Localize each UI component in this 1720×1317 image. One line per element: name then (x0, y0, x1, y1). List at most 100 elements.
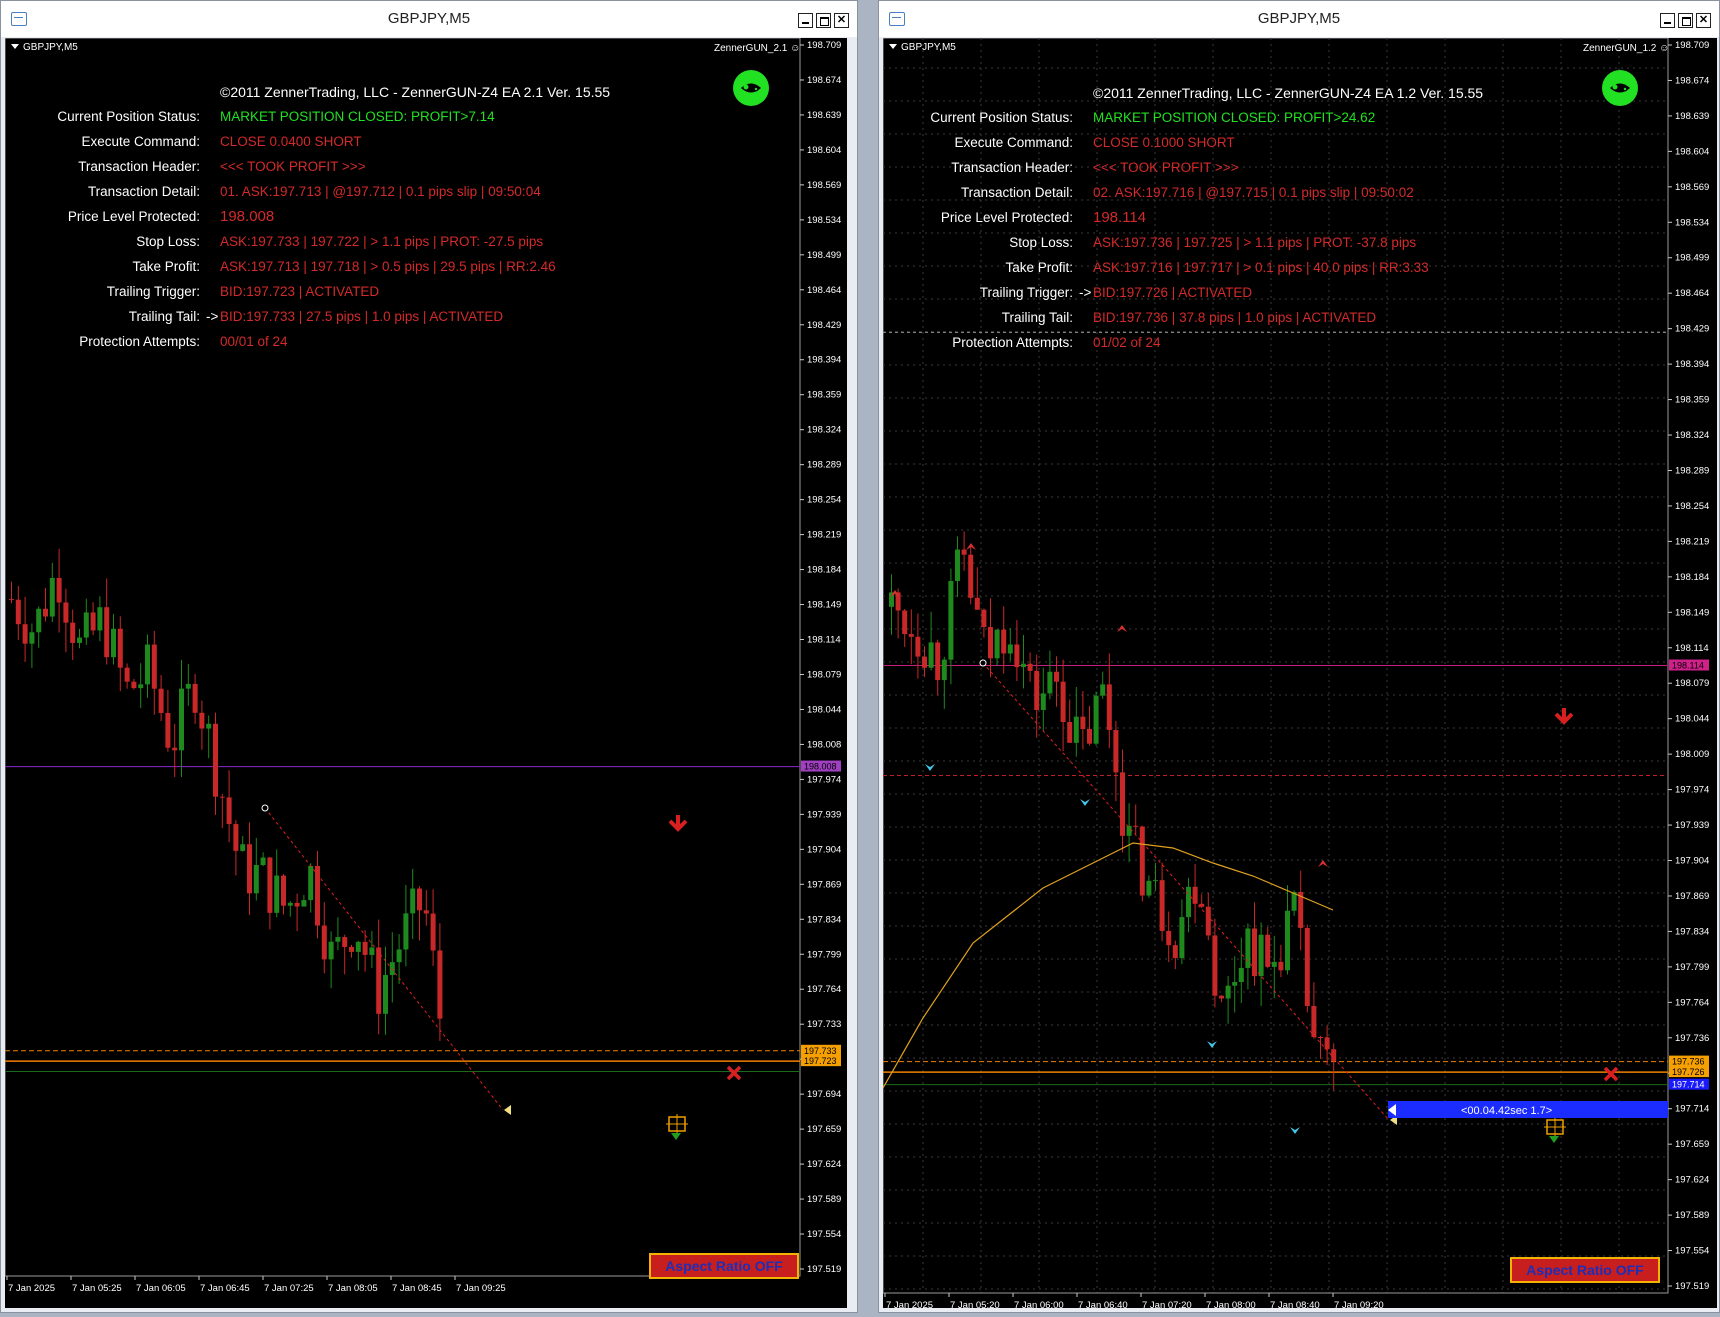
price-axis-label: 198.324 (807, 425, 841, 436)
candle-body (240, 844, 246, 851)
candle-body (97, 607, 103, 631)
aspect-ratio-button[interactable]: Aspect Ratio OFF (649, 1253, 799, 1279)
price-axis-label: 198.709 (807, 40, 841, 51)
candle-body (253, 865, 259, 894)
price-tag-label: 198.008 (804, 762, 837, 772)
candle-body (1265, 934, 1271, 967)
candle-body (396, 949, 402, 963)
candle-body (131, 681, 137, 689)
candle-body (437, 950, 443, 1019)
copyright-text: ©2011 ZennerTrading, LLC - ZennerGUN-Z4 … (1093, 85, 1484, 101)
window-titlebar[interactable]: GBPJPY,M5 ✕ (879, 1, 1719, 37)
sell-arrow-icon (668, 815, 688, 832)
price-axis-label: 198.499 (1675, 253, 1709, 264)
chart-window-right[interactable]: GBPJPY,M5 ✕ 198.709 198.674 198.639 198.604… (878, 0, 1720, 1313)
candle-body (192, 683, 198, 713)
price-axis-label: 197.694 (807, 1089, 841, 1100)
price-axis-label: 198.394 (807, 355, 841, 366)
chart-canvas: 198.709 198.674 198.639 198.604 198.569 198.5… (883, 38, 1709, 1308)
price-axis-label: 198.114 (1675, 643, 1709, 654)
candle-body (206, 723, 212, 729)
candle-body (1232, 981, 1238, 986)
status-value: BID:197.726 | ACTIVATED (1093, 285, 1253, 300)
candle-body (145, 644, 150, 685)
price-axis-label: 198.534 (1675, 217, 1709, 228)
time-axis-label: 7 Jan 08:05 (328, 1283, 378, 1294)
window-title: GBPJPY,M5 (387, 10, 471, 27)
close-button[interactable]: ✕ (1696, 13, 1711, 28)
candle-body (1219, 995, 1224, 999)
status-value: 02. ASK:197.716 | @197.715 | 0.1 pips sl… (1093, 185, 1414, 200)
minimize-button[interactable] (798, 13, 813, 28)
candle-body (423, 910, 429, 914)
price-tag-label: 197.726 (1672, 1067, 1705, 1077)
close-button[interactable]: ✕ (834, 13, 849, 28)
candle-body (383, 975, 388, 1014)
status-label: Stop Loss: (136, 234, 200, 249)
fractal-down-icon (1080, 799, 1090, 806)
price-tag-label: 197.723 (804, 1056, 837, 1066)
candle-body (308, 865, 314, 901)
candle-body (226, 797, 232, 825)
symbol-label[interactable]: GBPJPY,M5 (11, 42, 78, 53)
maximize-button[interactable] (1678, 13, 1693, 28)
time-axis-label: 7 Jan 08:45 (392, 1283, 442, 1294)
time-axis-label: 7 Jan 05:20 (950, 1300, 1000, 1308)
status-value: CLOSE 0.1000 SHORT (1093, 135, 1235, 150)
dropdown-arrow-icon (11, 44, 19, 49)
minimize-button[interactable] (1660, 13, 1675, 28)
candle-body (49, 577, 55, 617)
time-axis-label: 7 Jan 2025 (886, 1300, 933, 1308)
expert-advisor-label[interactable]: ZennerGUN_2.1 ☺ (714, 43, 800, 54)
candle-body (179, 688, 184, 751)
price-axis-label: 197.589 (1675, 1210, 1709, 1221)
symbol-label[interactable]: GBPJPY,M5 (889, 42, 956, 53)
price-axis-label: 197.659 (807, 1124, 841, 1135)
price-axis-label: 197.764 (807, 984, 841, 995)
price-axis-label: 197.869 (1675, 891, 1709, 902)
expert-advisor-label[interactable]: ZennerGUN_1.2 ☺ (1583, 43, 1669, 54)
time-axis-label: 7 Jan 06:05 (136, 1283, 186, 1294)
price-axis-label: 197.974 (807, 774, 841, 785)
price-axis-label: 197.589 (807, 1194, 841, 1205)
status-label: Trailing Tail: (1001, 310, 1073, 325)
price-tag-label: 197.733 (804, 1046, 837, 1056)
price-axis-label: 198.009 (1675, 749, 1709, 760)
price-axis-label: 198.219 (1675, 536, 1709, 547)
chart-window-left[interactable]: GBPJPY,M5 ✕ 198.709 198.674 198.639 198.604… (0, 0, 858, 1313)
status-value: 01. ASK:197.713 | @197.712 | 0.1 pips sl… (220, 184, 541, 199)
candle-body (403, 913, 409, 950)
price-axis-label: 198.534 (807, 215, 841, 226)
price-axis-label: 197.519 (807, 1264, 841, 1275)
price-chart[interactable]: 198.709 198.674 198.639 198.604 198.569 198.5… (883, 38, 1717, 1308)
candle-body (961, 549, 967, 555)
candle-body (908, 634, 914, 637)
price-axis-label: 198.394 (1675, 359, 1709, 370)
candle-body (376, 947, 382, 1014)
candle-body (1113, 729, 1119, 773)
status-value: MARKET POSITION CLOSED: PROFIT>24.62 (1093, 110, 1376, 125)
candle-body (1067, 721, 1073, 743)
price-axis-label: 197.733 (807, 1019, 841, 1030)
candle-body (1001, 629, 1007, 654)
time-axis-label: 7 Jan 09:25 (456, 1283, 506, 1294)
time-axis-label: 7 Jan 07:20 (1142, 1300, 1192, 1308)
maximize-button[interactable] (816, 13, 831, 28)
price-axis-label: 197.799 (1675, 962, 1709, 973)
candle-body (124, 667, 130, 682)
window-title: GBPJPY,M5 (1257, 10, 1341, 27)
candle-body (247, 844, 252, 894)
candle-body (369, 947, 375, 955)
candle-body (335, 937, 341, 942)
price-axis-label: 197.764 (1675, 997, 1709, 1008)
price-axis-label: 197.554 (1675, 1246, 1709, 1257)
price-chart[interactable]: 198.709 198.674 198.639 198.604 198.569 198.5… (5, 38, 847, 1308)
yin-yang-icon (733, 70, 769, 106)
candle-body (1040, 693, 1046, 710)
status-value: ASK:197.733 | 197.722 | > 1.1 pips | PRO… (220, 234, 544, 249)
aspect-ratio-button[interactable]: Aspect Ratio OFF (1510, 1257, 1660, 1283)
status-label: Protection Attempts: (79, 334, 200, 349)
price-tag-label: 198.114 (1672, 661, 1704, 671)
candle-body (287, 902, 293, 906)
window-titlebar[interactable]: GBPJPY,M5 ✕ (1, 1, 857, 37)
